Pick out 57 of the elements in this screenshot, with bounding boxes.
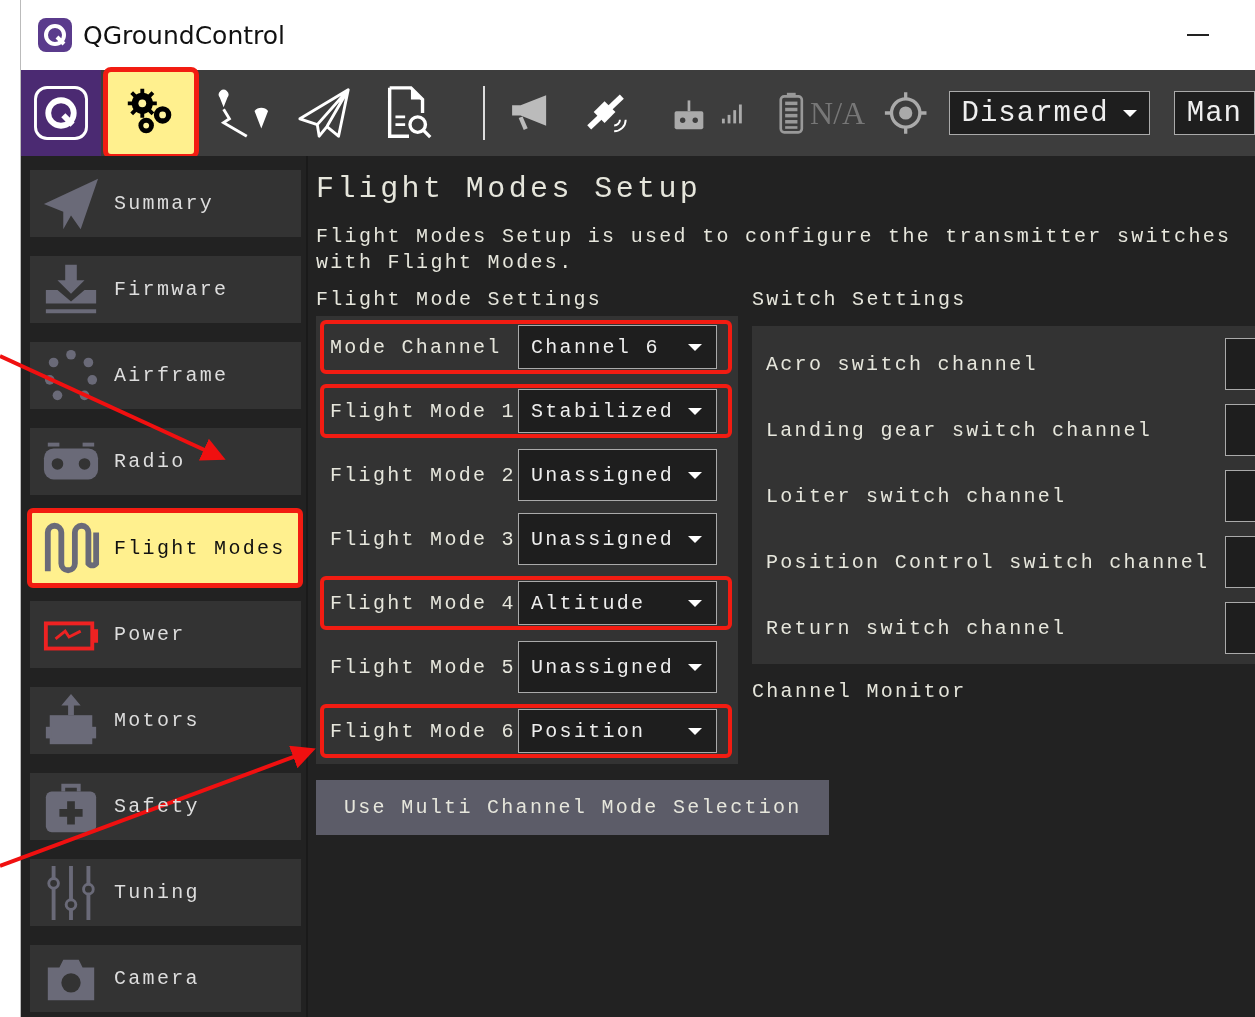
section-heading: Switch Settings: [752, 288, 968, 313]
mode-label: Flight Mode 1: [330, 399, 517, 423]
channel-dropdown[interactable]: [1225, 338, 1255, 390]
sidebar-item[interactable]: Camera: [30, 945, 301, 1012]
page-description: Flight Modes Setup is used to configure the transmitter switches with Flight Modes.: [316, 224, 1233, 276]
sidebar-item[interactable]: Summary: [30, 170, 301, 237]
battery-icon[interactable]: [779, 90, 805, 136]
sidebar-item[interactable]: Flight Modes: [27, 508, 303, 588]
channel-dropdown[interactable]: [1225, 602, 1255, 654]
caret-icon: [688, 343, 702, 351]
caret-icon: [688, 471, 702, 479]
arm-status-dropdown[interactable]: Disarmed: [948, 91, 1150, 135]
mode-dropdown[interactable]: Unassigned: [518, 641, 717, 693]
section-heading: Flight Mode Settings: [316, 288, 604, 313]
sidebar-item[interactable]: Power: [30, 601, 301, 668]
sidebar-item[interactable]: Airframe: [30, 342, 301, 409]
sidebar-item[interactable]: Motors: [30, 687, 301, 754]
app-logo-icon: [37, 17, 73, 53]
switch-label: Position Control switch channel: [766, 550, 1211, 574]
switch-label: Landing gear switch channel: [766, 418, 1154, 442]
multi-channel-button[interactable]: Use Multi Channel Mode Selection: [316, 780, 829, 835]
switch-label: Loiter switch channel: [766, 484, 1068, 508]
channel-dropdown[interactable]: [1225, 536, 1255, 588]
caret-icon: [1122, 109, 1137, 117]
page-title: Flight Modes Setup: [316, 172, 703, 208]
battery-status: N/A: [810, 94, 866, 132]
view-button[interactable]: [103, 67, 199, 159]
channel-dropdown[interactable]: [1225, 470, 1255, 522]
caret-icon: [688, 727, 702, 735]
mode-dropdown[interactable]: Stabilized: [518, 389, 717, 433]
mode-dropdown[interactable]: Unassigned: [518, 513, 717, 565]
mode-label: Flight Mode 5: [330, 655, 517, 679]
mode-dropdown[interactable]: Position: [518, 709, 717, 753]
channel-dropdown[interactable]: [1225, 404, 1255, 456]
mode-label: Flight Mode 4: [330, 591, 517, 615]
caret-icon: [688, 599, 702, 607]
sidebar-item[interactable]: Radio: [30, 428, 301, 495]
app-menu-button[interactable]: [21, 70, 101, 156]
mode-label: Flight Mode 2: [330, 463, 517, 487]
switch-label: Acro switch channel: [766, 352, 1039, 376]
mode-dropdown[interactable]: Channel 6: [518, 325, 717, 369]
switch-label: Return switch channel: [766, 616, 1068, 640]
gps-target-icon[interactable]: [883, 89, 929, 137]
window-title: QGroundControl: [83, 20, 285, 50]
flight-mode-dropdown[interactable]: Man: [1173, 91, 1255, 135]
caret-icon: [688, 663, 702, 671]
mode-label: Mode Channel: [330, 335, 503, 359]
caret-icon: [688, 535, 702, 543]
q-logo-icon: [32, 84, 90, 142]
mode-label: Flight Mode 6: [330, 719, 517, 743]
section-heading: Channel Monitor: [752, 680, 968, 705]
mode-dropdown[interactable]: Unassigned: [518, 449, 717, 501]
mode-label: Flight Mode 3: [330, 527, 517, 551]
caret-icon: [688, 407, 702, 415]
sidebar-item[interactable]: Firmware: [30, 256, 301, 323]
mode-dropdown[interactable]: Altitude: [518, 581, 717, 625]
sidebar-item[interactable]: Tuning: [30, 859, 301, 926]
